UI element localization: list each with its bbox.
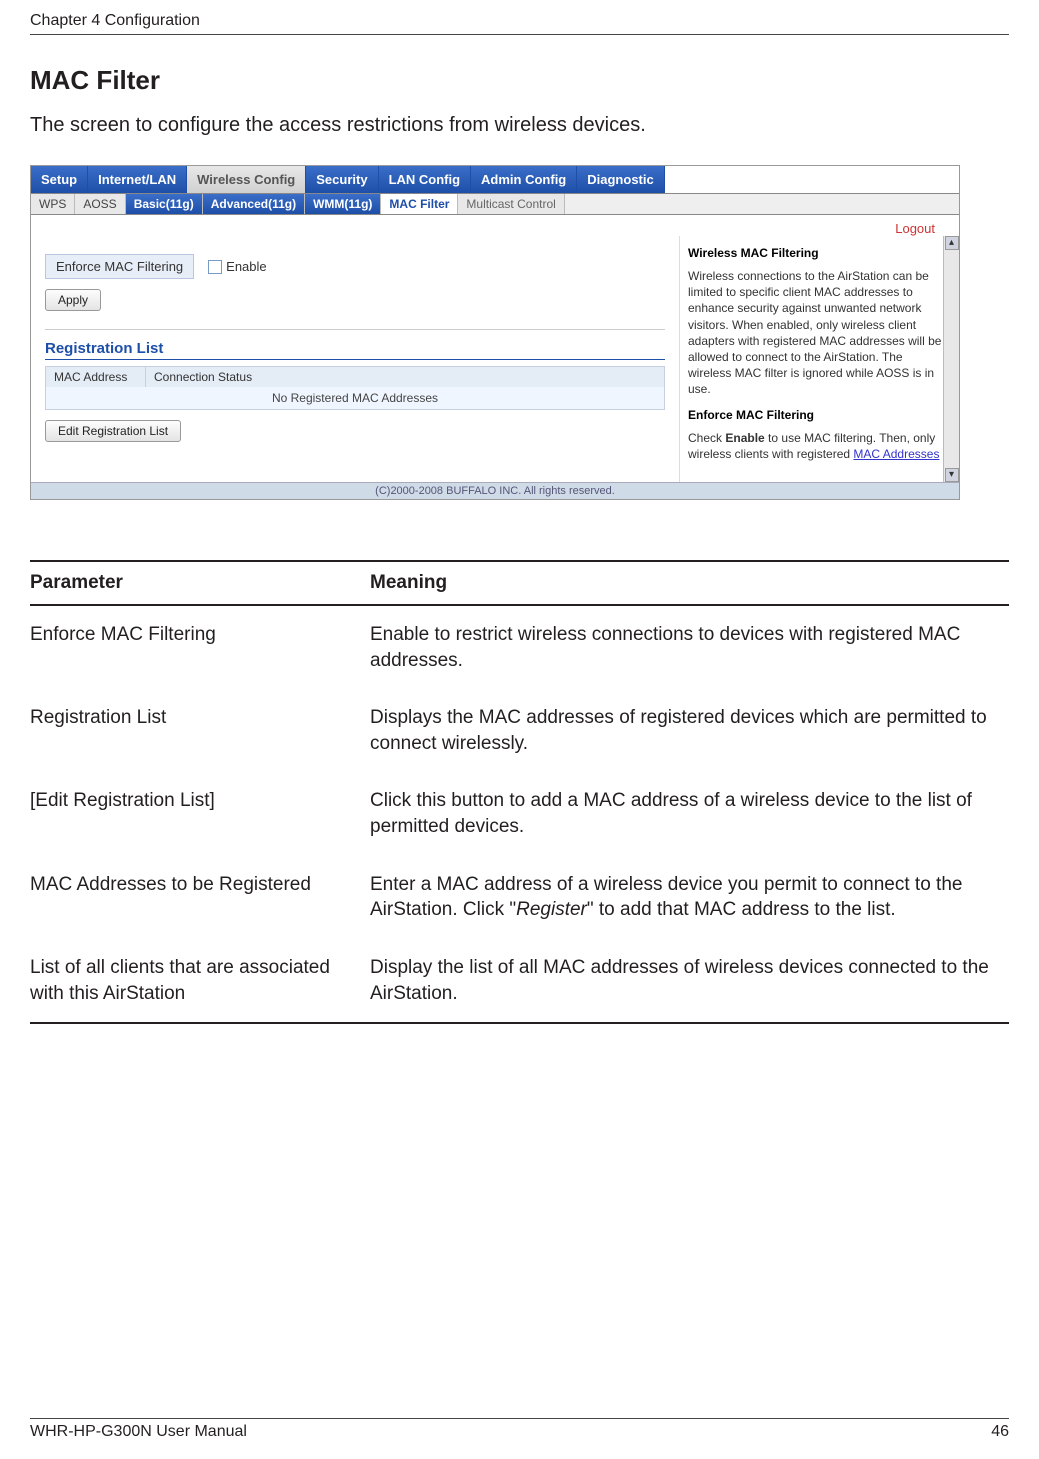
param-name: Registration List: [30, 705, 370, 756]
param-name: [Edit Registration List]: [30, 788, 370, 839]
table-row: [Edit Registration List] Click this butt…: [30, 772, 1009, 855]
help-title-enforce: Enforce MAC Filtering: [688, 408, 947, 422]
subtab-mac-filter[interactable]: MAC Filter: [381, 194, 458, 214]
enforce-mac-label: Enforce MAC Filtering: [45, 254, 194, 279]
chapter-label: Chapter 4 Configuration: [30, 12, 200, 30]
page-number: 46: [991, 1423, 1009, 1441]
scrollbar[interactable]: ▴ ▾: [943, 236, 959, 482]
copyright-footer: (C)2000-2008 BUFFALO INC. All rights res…: [31, 482, 959, 499]
help-body-wireless-mac: Wireless connections to the AirStation c…: [688, 268, 947, 398]
mac-addresses-link[interactable]: MAC Addresses: [853, 447, 939, 461]
param-name: MAC Addresses to be Registered: [30, 872, 370, 923]
scroll-down-icon[interactable]: ▾: [945, 468, 959, 482]
col-mac-address: MAC Address: [46, 367, 146, 387]
subtab-wps[interactable]: WPS: [31, 194, 75, 214]
enable-checkbox[interactable]: [208, 260, 222, 274]
scroll-up-icon[interactable]: ▴: [945, 236, 959, 250]
tab-admin-config[interactable]: Admin Config: [471, 166, 577, 193]
manual-name: WHR-HP-G300N User Manual: [30, 1423, 247, 1441]
subtab-aoss[interactable]: AOSS: [75, 194, 125, 214]
tab-internet-lan[interactable]: Internet/LAN: [88, 166, 187, 193]
config-pane: Enforce MAC Filtering Enable Apply Regis…: [31, 236, 679, 482]
section-description: The screen to configure the access restr…: [30, 114, 1009, 137]
table-row: Enforce MAC Filtering Enable to restrict…: [30, 606, 1009, 689]
param-name: List of all clients that are associated …: [30, 955, 370, 1006]
tab-wireless-config[interactable]: Wireless Config: [187, 166, 306, 193]
header-meaning: Meaning: [370, 572, 1009, 594]
registration-table: MAC Address Connection Status No Registe…: [45, 366, 665, 410]
col-connection-status: Connection Status: [146, 367, 664, 387]
param-meaning: Enter a MAC address of a wireless device…: [370, 872, 1009, 923]
subtab-basic[interactable]: Basic(11g): [126, 194, 203, 214]
tab-diagnostic[interactable]: Diagnostic: [577, 166, 664, 193]
apply-button[interactable]: Apply: [45, 289, 101, 311]
tab-lan-config[interactable]: LAN Config: [379, 166, 471, 193]
header-parameter: Parameter: [30, 572, 370, 594]
router-admin-screenshot: Setup Internet/LAN Wireless Config Secur…: [30, 165, 960, 500]
parameter-table: Parameter Meaning Enforce MAC Filtering …: [30, 560, 1009, 1024]
help-title-wireless-mac: Wireless MAC Filtering: [688, 246, 947, 260]
param-meaning: Display the list of all MAC addresses of…: [370, 955, 1009, 1006]
subtab-wmm[interactable]: WMM(11g): [305, 194, 381, 214]
table-row: List of all clients that are associated …: [30, 939, 1009, 1024]
param-meaning: Enable to restrict wireless connections …: [370, 622, 1009, 673]
table-row: MAC Addresses to be Registered Enter a M…: [30, 856, 1009, 939]
param-name: Enforce MAC Filtering: [30, 622, 370, 673]
help-body-enforce: Check Enable to use MAC filtering. Then,…: [688, 430, 947, 462]
sub-tab-bar: WPS AOSS Basic(11g) Advanced(11g) WMM(11…: [31, 194, 959, 215]
no-registered-message: No Registered MAC Addresses: [46, 387, 664, 409]
param-meaning: Displays the MAC addresses of registered…: [370, 705, 1009, 756]
tab-security[interactable]: Security: [306, 166, 378, 193]
registration-list-title: Registration List: [45, 340, 665, 360]
table-row: Registration List Displays the MAC addre…: [30, 689, 1009, 772]
section-title: MAC Filter: [30, 65, 1009, 96]
main-tab-bar: Setup Internet/LAN Wireless Config Secur…: [31, 166, 959, 194]
help-pane: Wireless MAC Filtering Wireless connecti…: [679, 236, 959, 482]
subtab-advanced[interactable]: Advanced(11g): [203, 194, 305, 214]
tab-setup[interactable]: Setup: [31, 166, 88, 193]
edit-registration-list-button[interactable]: Edit Registration List: [45, 420, 181, 442]
enable-label: Enable: [226, 259, 266, 274]
subtab-multicast[interactable]: Multicast Control: [458, 194, 564, 214]
logout-link[interactable]: Logout: [895, 221, 935, 236]
param-meaning: Click this button to add a MAC address o…: [370, 788, 1009, 839]
